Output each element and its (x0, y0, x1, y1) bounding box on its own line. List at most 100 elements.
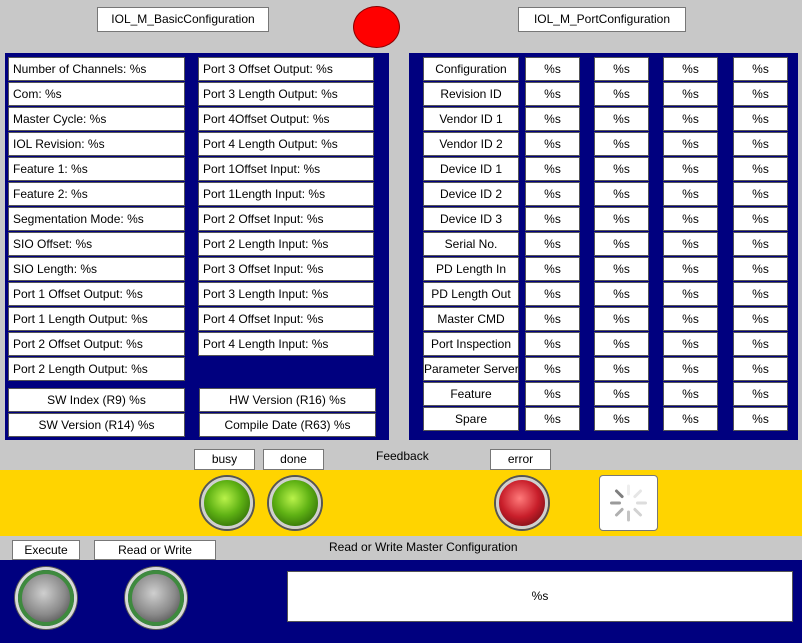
port-3-value: %s (663, 82, 718, 106)
basic-configuration-tab[interactable]: IOL_M_BasicConfiguration (97, 7, 269, 32)
port-4-value: %s (733, 182, 788, 206)
port-1-value: %s (525, 332, 580, 356)
port-2-value: %s (594, 57, 649, 81)
basic-field: Port 3 Length Input: %s (198, 282, 374, 306)
basic-configuration-panel: Number of Channels: %s Com: %s Master Cycl… (5, 53, 389, 440)
basic-field: Feature 2: %s (8, 182, 185, 206)
port-4-value: %s (733, 382, 788, 406)
port-row-label: Device ID 3 (423, 207, 519, 231)
port-row-label: Vendor ID 2 (423, 132, 519, 156)
port-row-label: Configuration (423, 57, 519, 81)
basic-field: Segmentation Mode: %s (8, 207, 185, 231)
basic-field: Port 3 Offset Input: %s (198, 257, 374, 281)
port-row-label: Revision ID (423, 82, 519, 106)
sw-index-field: SW Index (R9) %s (8, 388, 185, 412)
sw-version-field: SW Version (R14) %s (8, 413, 185, 437)
port-2-value: %s (594, 282, 649, 306)
read-or-write-button[interactable] (128, 570, 184, 626)
busy-lamp (201, 477, 253, 529)
port-3-value: %s (663, 182, 718, 206)
port-row-label: Serial No. (423, 232, 519, 256)
port-1-value: %s (525, 232, 580, 256)
port-row-label: Feature (423, 382, 519, 406)
port-1-value: %s (525, 357, 580, 381)
port-row-label: Vendor ID 1 (423, 107, 519, 131)
port-4-value: %s (733, 57, 788, 81)
port-3-value: %s (663, 332, 718, 356)
port-2-value: %s (594, 232, 649, 256)
port-4-value: %s (733, 257, 788, 281)
basic-field: Port 3 Offset Output: %s (198, 57, 374, 81)
done-label: done (263, 449, 324, 470)
port-3-value: %s (663, 407, 718, 431)
port-3-value: %s (663, 107, 718, 131)
basic-field: SIO Length: %s (8, 257, 185, 281)
port-4-value: %s (733, 107, 788, 131)
port-3-value: %s (663, 282, 718, 306)
basic-field: SIO Offset: %s (8, 232, 185, 256)
port-4-value: %s (733, 207, 788, 231)
basic-field: Port 1Offset Input: %s (198, 157, 374, 181)
port-3-value: %s (663, 157, 718, 181)
error-lamp (496, 477, 548, 529)
port-row-label: Port Inspection (423, 332, 519, 356)
execute-label: Execute (12, 540, 80, 560)
port-1-value: %s (525, 257, 580, 281)
feedback-panel (0, 470, 802, 536)
port-row-label: PD Length Out (423, 282, 519, 306)
port-row-label: Device ID 2 (423, 182, 519, 206)
port-3-value: %s (663, 382, 718, 406)
port-4-value: %s (733, 282, 788, 306)
port-2-value: %s (594, 107, 649, 131)
basic-field: Port 4Offset Output: %s (198, 107, 374, 131)
port-3-value: %s (663, 257, 718, 281)
port-row-label: Master CMD (423, 307, 519, 331)
port-1-value: %s (525, 157, 580, 181)
read-write-title: Read or Write Master Configuration (329, 540, 518, 554)
port-3-value: %s (663, 57, 718, 81)
feedback-title: Feedback (376, 449, 429, 463)
port-2-value: %s (594, 207, 649, 231)
port-row-label: Parameter Server (423, 357, 519, 381)
port-1-value: %s (525, 107, 580, 131)
port-3-value: %s (663, 207, 718, 231)
basic-field: Port 2 Offset Output: %s (8, 332, 185, 356)
port-2-value: %s (594, 357, 649, 381)
loading-spinner-box (599, 475, 658, 531)
compile-date-field: Compile Date (R63) %s (199, 413, 376, 437)
port-1-value: %s (525, 182, 580, 206)
port-1-value: %s (525, 57, 580, 81)
execute-button[interactable] (18, 570, 74, 626)
port-1-value: %s (525, 282, 580, 306)
port-row-label: Device ID 1 (423, 157, 519, 181)
busy-label: busy (194, 449, 255, 470)
port-1-value: %s (525, 82, 580, 106)
error-label: error (490, 449, 551, 470)
hw-version-field: HW Version (R16) %s (199, 388, 376, 412)
port-2-value: %s (594, 307, 649, 331)
port-row-label: PD Length In (423, 257, 519, 281)
port-configuration-panel: Configuration %s %s %s %s Revision ID %s %s %s %s… (409, 53, 798, 440)
port-4-value: %s (733, 332, 788, 356)
port-row-label: Spare (423, 407, 519, 431)
port-2-value: %s (594, 157, 649, 181)
basic-field: Feature 1: %s (8, 157, 185, 181)
output-display: %s (287, 571, 793, 622)
port-2-value: %s (594, 82, 649, 106)
port-4-value: %s (733, 132, 788, 156)
port-3-value: %s (663, 357, 718, 381)
port-3-value: %s (663, 307, 718, 331)
port-4-value: %s (733, 157, 788, 181)
port-2-value: %s (594, 382, 649, 406)
port-2-value: %s (594, 407, 649, 431)
port-4-value: %s (733, 407, 788, 431)
port-4-value: %s (733, 307, 788, 331)
basic-field: Port 4 Length Output: %s (198, 132, 374, 156)
basic-field: Port 4 Offset Input: %s (198, 307, 374, 331)
port-1-value: %s (525, 132, 580, 156)
port-configuration-tab[interactable]: IOL_M_PortConfiguration (518, 7, 686, 32)
port-4-value: %s (733, 357, 788, 381)
basic-field: Number of Channels: %s (8, 57, 185, 81)
port-2-value: %s (594, 132, 649, 156)
port-3-value: %s (663, 232, 718, 256)
